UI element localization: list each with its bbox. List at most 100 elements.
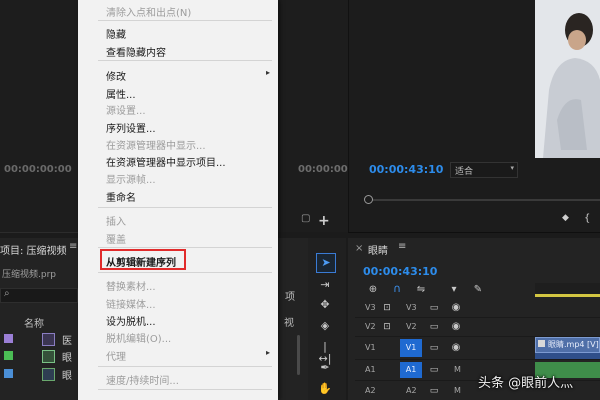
item-name: 眼 <box>62 353 72 364</box>
sequence-icon <box>42 350 55 363</box>
work-area-bar[interactable] <box>535 294 600 297</box>
fx-badge <box>538 340 545 347</box>
target-track-label[interactable]: A2 <box>406 386 417 395</box>
menu-item-replace-footage[interactable]: 替换素材... <box>106 278 156 293</box>
menu-item-speed-duration[interactable]: 速度/持续时间... <box>106 372 179 387</box>
program-timecode[interactable]: 00:00:43:10 <box>369 163 443 176</box>
menu-item-sequence-settings[interactable]: 序列设置... <box>106 120 156 135</box>
track-row-v3: V3 ⊡ V3 ▭ ◉ <box>355 299 600 318</box>
menu-item-show-source-frame[interactable]: 显示源帧... <box>106 171 156 186</box>
source-timecode[interactable]: 00:00:00:00 <box>4 164 72 175</box>
chevron-down-icon: ▾ <box>510 164 514 172</box>
source-monitor <box>0 0 78 232</box>
list-item[interactable]: 眼 <box>0 348 78 364</box>
label-color-swatch <box>4 351 13 360</box>
linked-selection-icon[interactable]: ⇋ <box>415 284 427 296</box>
sync-lock-icon[interactable]: ⊡ <box>382 302 392 314</box>
menu-item-reveal-project[interactable]: 在资源管理器中显示项目... <box>106 154 226 169</box>
fit-dropdown[interactable]: 适合 ▾ <box>450 162 518 178</box>
hand-tool-icon[interactable]: ✋ <box>318 383 332 395</box>
menu-item-reveal-explorer[interactable]: 在资源管理器中显示... <box>106 137 206 152</box>
target-track-a1[interactable]: A1 <box>400 362 422 378</box>
watermark: 头条 @眼前人灬 <box>478 376 574 391</box>
program-video-frame <box>535 0 600 158</box>
toggle-output-icon[interactable]: ▭ <box>429 321 439 333</box>
mute-button[interactable]: M <box>454 386 461 395</box>
timeline-clip-video[interactable]: 眼睛.mp4 [V] <box>535 337 600 353</box>
menu-item-view-hidden[interactable]: 查看隐藏内容 <box>106 44 166 59</box>
search-icon: ⌕ <box>4 288 10 299</box>
track-label: V3 <box>365 303 376 312</box>
playhead-handle[interactable] <box>364 195 373 204</box>
menu-item-insert[interactable]: 插入 <box>106 213 126 228</box>
menu-item-overwrite[interactable]: 覆盖 <box>106 231 126 246</box>
menu-item-hide[interactable]: 隐藏 <box>106 26 126 41</box>
menu-item-proxy[interactable]: 代理 <box>106 348 126 363</box>
track-label: V2 <box>365 322 376 331</box>
menu-item-source-settings[interactable]: 源设置... <box>106 102 146 117</box>
timeline-tab-title[interactable]: 眼睛 <box>368 242 388 257</box>
pen-tool-icon[interactable]: ✒ <box>318 362 332 374</box>
time-ruler[interactable] <box>535 283 600 297</box>
fit-dropdown-value: 适合 <box>455 167 474 177</box>
label-color-swatch <box>4 334 13 343</box>
toggle-output-icon[interactable]: ▭ <box>429 364 439 376</box>
source-patch-label[interactable]: A2 <box>365 386 376 395</box>
list-item[interactable]: 医 <box>0 331 78 347</box>
toggle-output-icon[interactable]: ▭ <box>429 385 439 397</box>
eye-icon[interactable]: ◉ <box>450 342 462 354</box>
menu-item-make-offline[interactable]: 设为脱机... <box>106 313 156 328</box>
menu-item-clear-in-out[interactable]: 清除入点和出点(N) <box>106 4 191 19</box>
item-name: 医 <box>62 336 72 347</box>
in-point-icon[interactable]: { <box>584 213 590 224</box>
mute-button[interactable]: M <box>454 365 461 374</box>
project-search-field[interactable]: ⌕ <box>0 288 78 303</box>
snap-icon[interactable]: ∩ <box>391 283 403 295</box>
razor-tool-icon[interactable]: ◈ <box>318 320 332 332</box>
wrench-icon[interactable]: ✎ <box>472 284 484 296</box>
menu-item-rename[interactable]: 重命名 <box>106 189 136 204</box>
timeline-timecode[interactable]: 00:00:43:10 <box>363 265 437 278</box>
timeline-close-icon[interactable]: × <box>355 243 363 254</box>
sequence-icon <box>42 333 55 346</box>
selection-tool-icon[interactable]: ➤ <box>316 253 336 273</box>
target-track-label[interactable]: V3 <box>406 303 417 312</box>
project-panel-menu-icon[interactable]: ≡ <box>69 241 77 252</box>
eye-icon[interactable]: ◉ <box>450 321 462 333</box>
menu-item-modify[interactable]: 修改 <box>106 68 126 83</box>
source-monitor-right <box>278 0 348 232</box>
context-menu: 清除入点和出点(N) 隐藏 查看隐藏内容 修改 ▸ 属性... 源设置... 序… <box>78 0 278 400</box>
highlight-box <box>100 249 186 270</box>
menu-item-link-media[interactable]: 链接媒体... <box>106 296 156 311</box>
export-frame-icon[interactable]: ▢ <box>301 213 310 224</box>
target-track-v1[interactable]: V1 <box>400 339 422 357</box>
project-partial-column: 视 <box>284 318 294 329</box>
eye-icon[interactable]: ◉ <box>450 302 462 314</box>
menu-item-edit-offline[interactable]: 脱机编辑(O)... <box>106 330 171 345</box>
source-patch-label[interactable]: A1 <box>365 365 376 374</box>
add-icon[interactable]: + <box>318 213 330 229</box>
project-partial-text: 项 <box>285 292 295 303</box>
project-file-name: 压缩视频.prp <box>2 270 56 280</box>
item-name: 眼 <box>62 371 72 382</box>
project-scrollbar[interactable] <box>297 335 300 375</box>
project-tab-title[interactable]: 项目: 压缩视频 <box>0 242 67 257</box>
name-column-header[interactable]: 名称 <box>24 315 44 330</box>
submenu-arrow-icon: ▸ <box>265 68 270 77</box>
timeline-clip-video-bottom <box>535 353 600 359</box>
menu-item-properties[interactable]: 属性... <box>106 86 136 101</box>
marker-icon[interactable]: ◆ <box>562 213 569 223</box>
add-marker-icon[interactable]: ▾ <box>448 284 460 296</box>
timeline-menu-icon[interactable]: ≡ <box>398 241 406 252</box>
track-select-tool-icon[interactable]: ⇥ <box>318 279 332 291</box>
list-item[interactable]: 眼 <box>0 366 78 382</box>
nest-toggle-icon[interactable]: ⊕ <box>367 284 379 296</box>
submenu-arrow-icon: ▸ <box>265 348 270 357</box>
source-patch-label[interactable]: V1 <box>365 343 376 352</box>
sync-lock-icon[interactable]: ⊡ <box>382 321 392 333</box>
ripple-edit-tool-icon[interactable]: ✥ <box>318 299 332 311</box>
toggle-output-icon[interactable]: ▭ <box>429 302 439 314</box>
toggle-output-icon[interactable]: ▭ <box>429 342 439 354</box>
program-scrubber-bar[interactable] <box>365 199 600 201</box>
target-track-label[interactable]: V2 <box>406 322 417 331</box>
